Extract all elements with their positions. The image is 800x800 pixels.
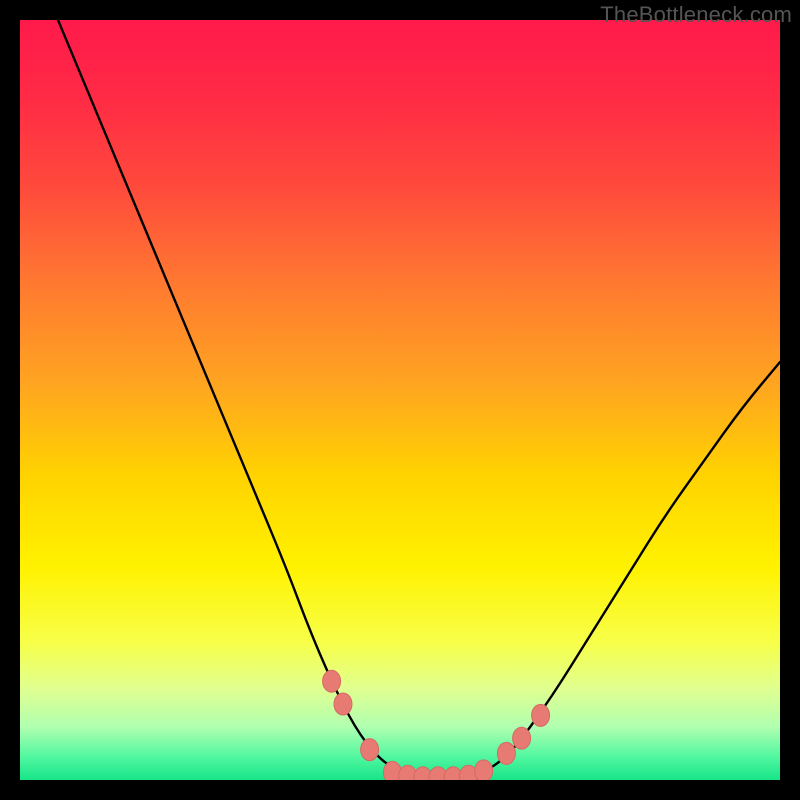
curve-markers <box>323 670 550 780</box>
curve-layer <box>20 20 780 780</box>
curve-marker <box>361 739 379 761</box>
watermark-text: TheBottleneck.com <box>600 2 792 28</box>
plot-area <box>20 20 780 780</box>
chart-frame: TheBottleneck.com <box>0 0 800 800</box>
curve-marker <box>497 742 515 764</box>
curve-marker <box>475 760 493 780</box>
curve-marker <box>334 693 352 715</box>
curve-marker <box>532 704 550 726</box>
bottleneck-curve <box>58 20 780 778</box>
curve-marker <box>513 727 531 749</box>
curve-marker <box>323 670 341 692</box>
